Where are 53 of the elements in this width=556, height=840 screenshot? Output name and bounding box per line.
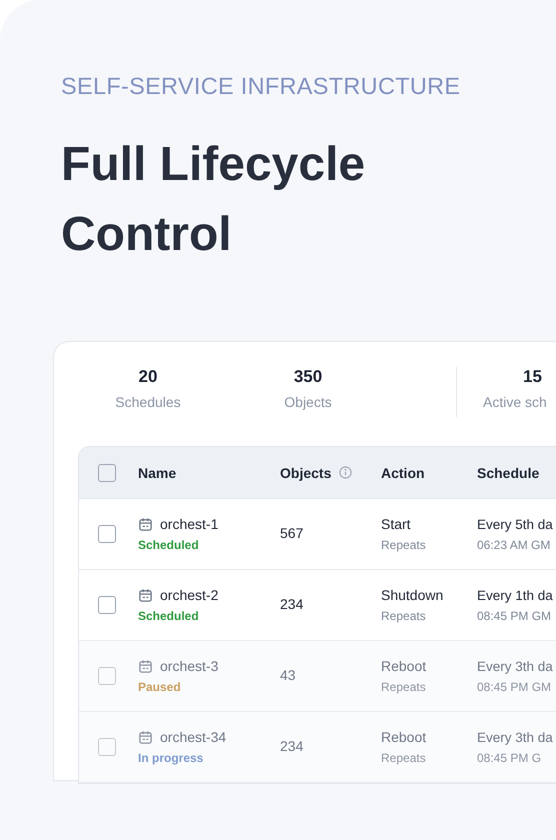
- table-cell-text: Repeats: [381, 751, 427, 765]
- table-cell-text: Repeats: [381, 680, 427, 694]
- calendar-icon: [138, 730, 153, 744]
- calendar-icon: [138, 658, 153, 674]
- checkbox[interactable]: [98, 464, 116, 482]
- status-label: Paused: [138, 680, 181, 694]
- table-cell: 234: [280, 738, 304, 754]
- table-cell-text: Repeats: [381, 538, 427, 552]
- table-cell: 43: [280, 667, 296, 683]
- stat-label: Active sch: [483, 393, 547, 411]
- schedule-name[interactable]: orchest-34: [138, 729, 226, 745]
- checkbox[interactable]: [98, 667, 116, 685]
- table-cell-text: Every 3th da: [477, 730, 554, 744]
- stat-label: Schedules: [115, 393, 181, 411]
- table-cell-text: Every 3th da: [477, 658, 554, 674]
- page-title: Full Lifecycle Control: [61, 137, 366, 263]
- column-header[interactable]: Action: [381, 464, 425, 480]
- table-cell-text: 08:45 PM GM: [477, 608, 552, 622]
- table-cell-text: Reboot: [381, 729, 428, 745]
- stat-label: Objects: [284, 393, 332, 411]
- status-label: Scheduled: [138, 609, 199, 623]
- column-header[interactable]: Name: [138, 464, 176, 480]
- schedule-name[interactable]: orchest-1: [138, 516, 218, 532]
- checkbox[interactable]: [98, 525, 116, 543]
- schedule-name[interactable]: orchest-3: [138, 658, 218, 674]
- table-cell: 234: [280, 596, 304, 612]
- checkbox[interactable]: [98, 596, 116, 614]
- table-cell-text: 08:45 PM G: [477, 750, 542, 764]
- schedule-name[interactable]: orchest-2: [138, 587, 218, 603]
- table-cell-text: Every 5th da: [477, 516, 554, 532]
- table-cell-text: Reboot: [381, 658, 428, 674]
- stat-value: 350: [294, 367, 322, 387]
- calendar-icon: [138, 588, 153, 602]
- column-header[interactable]: Schedule: [477, 464, 540, 480]
- table-cell: 567: [280, 525, 304, 541]
- calendar-icon: [138, 516, 153, 532]
- eyebrow-text: SELF-SERVICE INFRASTRUCTURE: [61, 72, 462, 100]
- table-row[interactable]: orchest-3 Paused 43 Reboot Repeats Every 3th da 08:45 PM GM: [79, 641, 556, 712]
- table-cell-text: Every 1th da: [477, 588, 554, 602]
- status-label: In progress: [138, 751, 204, 765]
- status-label: Scheduled: [138, 538, 199, 552]
- info-icon[interactable]: [339, 466, 352, 479]
- table-row[interactable]: orchest-1 Scheduled 567 Start Repeats Every 5th da 06:23 AM GM: [79, 499, 556, 570]
- table-cell-text: 08:45 PM GM: [477, 680, 552, 694]
- stat-value: 15: [523, 367, 542, 387]
- table-cell-text: Repeats: [381, 609, 427, 623]
- stat-value: 20: [138, 367, 158, 387]
- table-cell-text: 06:23 AM GM: [477, 538, 552, 552]
- table-row[interactable]: orchest-34 In progress 234 Reboot Repeats Every 3th da 08:45 PM G: [79, 712, 556, 783]
- table-cell-text: Shutdown: [381, 587, 444, 603]
- column-header[interactable]: Objects: [280, 464, 332, 480]
- checkbox[interactable]: [98, 738, 116, 756]
- table-cell-text: Start: [381, 516, 412, 532]
